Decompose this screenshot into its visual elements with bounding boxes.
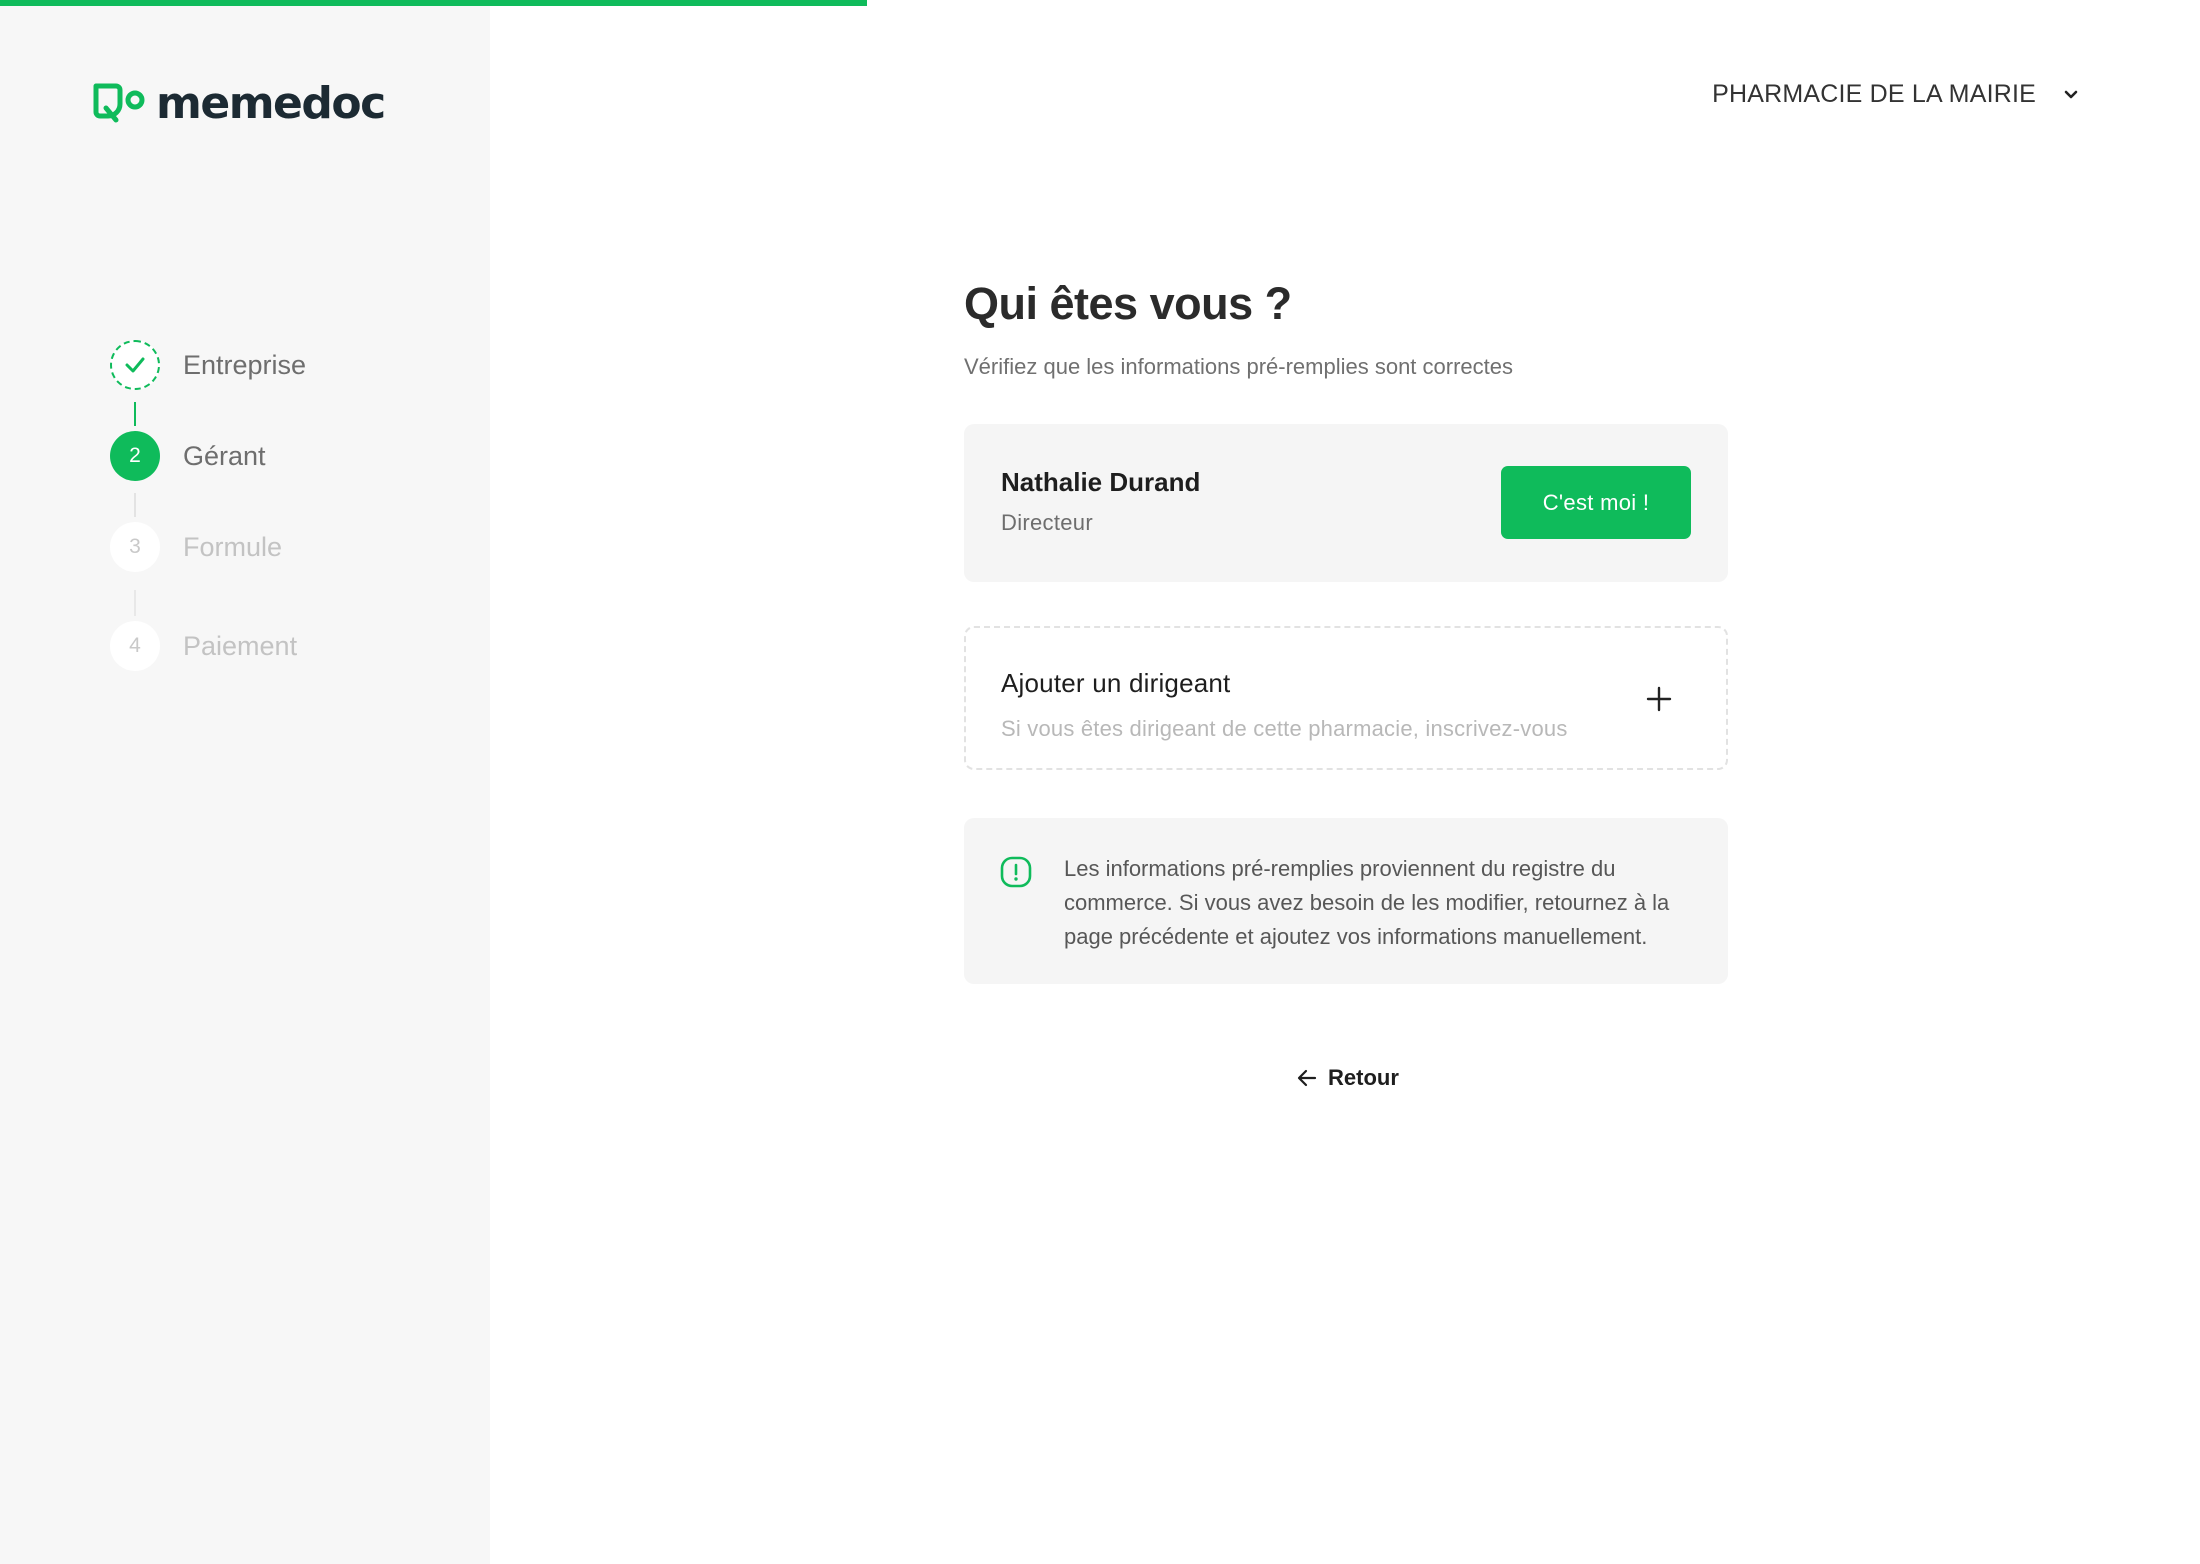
step-connector xyxy=(134,590,136,616)
leader-role: Directeur xyxy=(1001,510,1093,535)
step-paiement[interactable]: 4 Paiement xyxy=(110,621,297,671)
step-gerant[interactable]: 2 Gérant xyxy=(110,431,266,481)
page-title: Qui êtes vous ? xyxy=(964,278,1292,329)
info-text: Les informations pré-remplies proviennen… xyxy=(1064,856,1670,949)
add-leader-description: Si vous êtes dirigeant de cette pharmaci… xyxy=(1001,716,1568,741)
step-connector xyxy=(134,402,136,426)
step-connector xyxy=(134,493,136,517)
alert-icon xyxy=(1000,856,1032,888)
arrow-left-icon xyxy=(1297,1069,1317,1087)
step-circle xyxy=(110,340,160,390)
memedoc-leaf-logo-icon xyxy=(93,83,145,123)
organization-name: PHARMACIE DE LA MAIRIE xyxy=(1712,80,2036,108)
step-number: 2 xyxy=(110,431,160,481)
add-leader-card[interactable]: Ajouter un dirigeant Si vous êtes dirige… xyxy=(964,626,1728,770)
logo[interactable]: memedoc xyxy=(92,78,386,129)
step-label: Paiement xyxy=(183,630,298,661)
leader-name: Nathalie Durand xyxy=(1001,467,1201,497)
step-number: 4 xyxy=(110,621,160,671)
main-content: Qui êtes vous ? Vérifiez que les informa… xyxy=(964,278,1728,984)
step-formule[interactable]: 3 Formule xyxy=(110,522,282,572)
back-button[interactable]: Retour xyxy=(1296,1065,1399,1091)
leader-card: Nathalie Durand Directeur C'est moi ! xyxy=(964,424,1728,582)
progress-bar xyxy=(0,0,2200,6)
plus-icon[interactable] xyxy=(1646,686,1672,712)
page-subtitle: Vérifiez que les informations pré-rempli… xyxy=(964,354,1514,379)
step-label: Entreprise xyxy=(183,349,307,380)
brand-name: memedoc xyxy=(156,78,386,129)
chevron-down-icon xyxy=(2064,90,2078,98)
add-leader-title: Ajouter un dirigeant xyxy=(1001,668,1231,698)
step-label: Formule xyxy=(183,531,283,562)
info-notice: Les informations pré-remplies proviennen… xyxy=(964,818,1728,984)
its-me-button[interactable]: C'est moi ! xyxy=(1501,466,1691,539)
progress-bar-fill xyxy=(0,0,867,6)
back-label: Retour xyxy=(1328,1065,1399,1090)
organization-dropdown[interactable]: PHARMACIE DE LA MAIRIE xyxy=(1712,80,2080,109)
check-icon xyxy=(125,357,145,373)
step-number: 3 xyxy=(110,522,160,572)
sidebar: memedoc Entreprise 2 Gérant 3 Formule 4 … xyxy=(0,0,490,1564)
step-label: Gérant xyxy=(183,440,266,471)
step-entreprise[interactable]: Entreprise xyxy=(110,340,306,390)
